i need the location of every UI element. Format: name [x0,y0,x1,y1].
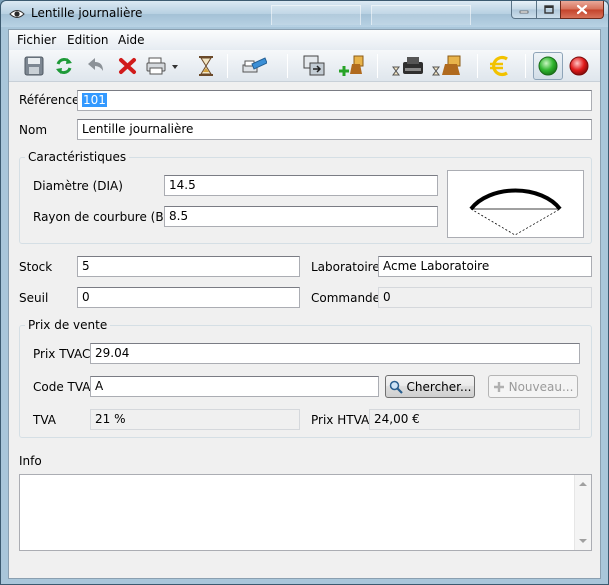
register-icon [392,57,423,76]
laboratoire-field[interactable]: Acme Laboratoire [378,256,592,277]
app-window: Lentille journalière Fichier Edition Aid… [0,0,609,585]
red-light-icon [569,56,589,76]
label-print-icon [242,57,267,73]
info-textarea[interactable] [19,474,592,551]
chercher-button[interactable]: Chercher... [385,375,475,398]
commande-field: 0 [378,287,592,308]
hourglass-icon [199,56,213,76]
lens-preview [447,170,584,238]
undo-button[interactable] [83,53,109,79]
print-icon [146,57,178,75]
hourglass-button[interactable] [193,53,219,79]
save-button[interactable] [21,53,47,79]
chercher-label: Chercher... [406,379,472,394]
reference-field[interactable]: 101 [77,90,592,111]
client-area: Fichier Edition Aide Référence 101 Nom L… [8,29,601,579]
scroll-down-icon[interactable] [579,539,587,543]
window-title: Lentille journalière [31,6,143,20]
green-light-icon [538,56,558,76]
rayon-field[interactable]: 8.5 [164,206,438,227]
code-tva-field[interactable]: A [90,376,379,397]
add-stock-button[interactable] [335,53,367,79]
title-bar[interactable]: Lentille journalière [1,1,608,27]
search-icon [389,380,403,394]
maximize-icon [543,4,554,14]
stock-timer-icon [432,55,461,76]
toolbar-separator [227,54,228,78]
info-label: Info [19,454,42,468]
lens-curvature-diagram [469,188,562,236]
close-button[interactable] [560,1,604,19]
red-light-button[interactable] [566,53,592,79]
menu-fichier[interactable]: Fichier [15,32,58,48]
tvac-field[interactable]: 29.04 [90,343,580,364]
seuil-label: Seuil [19,291,49,305]
delete-icon [119,58,136,74]
toolbar-separator [287,54,288,78]
info-scrollbar[interactable] [574,475,591,550]
label-print-button[interactable] [241,53,267,79]
rayon-label: Rayon de courbure (BC) [33,210,177,224]
toolbar-separator [377,54,378,78]
stock-timer-button[interactable] [429,53,467,79]
stock-label: Stock [19,260,53,274]
delete-button[interactable] [115,53,141,79]
toolbar-separator [477,54,478,78]
copy-window-button[interactable] [301,53,327,79]
background-tab [271,5,361,25]
seuil-field[interactable]: 0 [77,287,300,308]
background-tab [371,5,471,25]
stock-field[interactable]: 5 [77,256,300,277]
refresh-icon [56,57,72,75]
minimize-icon [519,10,529,13]
close-icon [576,4,588,15]
diametre-label: Diamètre (DIA) [33,179,123,193]
menu-edition[interactable]: Edition [65,32,111,48]
plus-icon [493,381,504,392]
minimize-button[interactable] [511,1,537,19]
copy-window-icon [303,55,325,76]
euro-icon [490,55,508,77]
euro-button[interactable] [487,53,513,79]
diametre-field[interactable]: 14.5 [164,175,438,196]
nom-label: Nom [19,123,48,137]
reference-value: 101 [82,93,107,107]
menu-bar: Fichier Edition Aide [9,30,600,50]
laboratoire-label: Laboratoire [311,260,380,274]
nouveau-label: Nouveau... [508,379,574,394]
save-icon [24,56,44,76]
nom-field[interactable]: Lentille journalière [77,119,592,140]
prix-title: Prix de vente [25,318,111,332]
nouveau-button[interactable]: Nouveau... [488,375,578,398]
register-button[interactable] [389,53,427,79]
refresh-button[interactable] [51,53,77,79]
maximize-button[interactable] [536,1,561,19]
toolbar [9,50,600,82]
tva-field: 21 % [90,409,300,430]
toolbar-separator [525,54,526,78]
green-light-button[interactable] [533,52,563,80]
htva-field: 24,00 € [369,409,580,430]
caracteristiques-title: Caractéristiques [25,150,130,164]
eye-icon [9,10,25,18]
tvac-label: Prix TVAC [33,347,91,361]
print-button[interactable] [145,53,181,79]
code-tva-label: Code TVA [33,380,91,394]
add-stock-icon [339,55,364,76]
commande-label: Commande [311,291,381,305]
htva-label: Prix HTVA [311,413,370,427]
tva-label: TVA [33,413,56,427]
reference-label: Référence [19,93,80,107]
menu-aide[interactable]: Aide [116,32,147,48]
undo-icon [88,58,103,71]
scroll-up-icon[interactable] [579,482,587,486]
